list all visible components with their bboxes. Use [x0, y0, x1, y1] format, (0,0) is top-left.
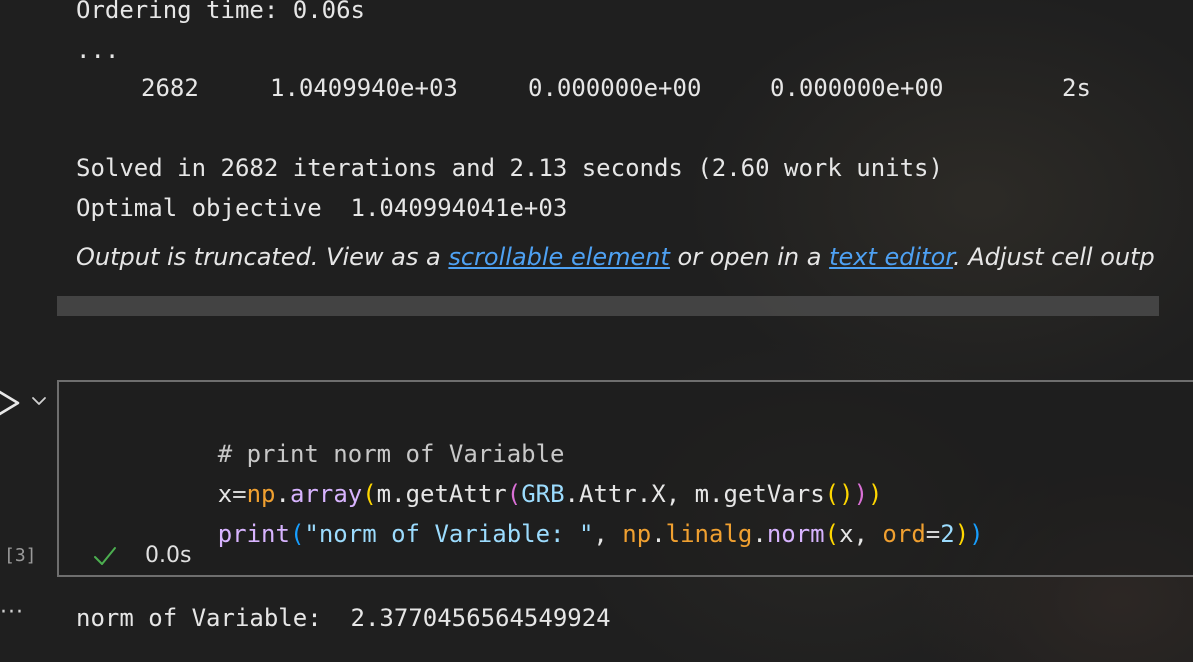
- token: (: [289, 520, 305, 548]
- cell-output-text: norm of Variable: 2.3770456564549924: [76, 604, 611, 632]
- token: ): [969, 520, 984, 548]
- execution-count: [3]: [4, 545, 37, 566]
- token: norm: [766, 520, 825, 548]
- token: "norm of Variable: ": [304, 520, 594, 548]
- output-horizontal-scrollbar[interactable]: [57, 296, 1159, 316]
- primal-objective: 1.0409940e+03: [270, 74, 458, 102]
- output-more-actions-icon[interactable]: ···: [0, 600, 24, 625]
- iteration-time: 2s: [1062, 74, 1091, 102]
- token: ,: [853, 520, 883, 548]
- token: ,: [593, 520, 623, 548]
- token: np: [622, 520, 652, 548]
- token: .: [752, 520, 767, 548]
- run-icon[interactable]: [0, 388, 22, 418]
- token: x: [839, 520, 854, 548]
- token: =: [925, 520, 941, 548]
- output-line-optimal: Optimal objective 1.040994041e+03: [76, 194, 568, 222]
- truncation-middle: or open in a: [669, 243, 830, 271]
- output-line-solved: Solved in 2682 iterations and 2.13 secon…: [76, 154, 943, 182]
- truncation-notice: Output is truncated. View as a scrollabl…: [76, 240, 1155, 274]
- token: ): [954, 520, 970, 548]
- check-icon: [94, 547, 116, 565]
- notebook-view: Ordering time: 0.06s ... 2682 1.0409940e…: [0, 0, 1193, 662]
- infeasibility-value: 0.000000e+00: [770, 74, 944, 102]
- scrollable-element-link[interactable]: scrollable element: [448, 243, 670, 271]
- execution-time: 0.0s: [145, 543, 192, 568]
- token: 2: [940, 520, 955, 548]
- truncation-prefix: Output is truncated. View as a: [76, 243, 449, 271]
- token: print: [217, 520, 290, 548]
- dual-value: 0.000000e+00: [528, 74, 702, 102]
- token: .: [651, 520, 666, 548]
- chevron-down-icon[interactable]: [30, 394, 48, 408]
- output-line-ellipsis: ...: [76, 36, 120, 64]
- token: ord: [882, 520, 926, 548]
- output-line-ordering: Ordering time: 0.06s: [76, 0, 365, 24]
- iteration-count: 2682: [141, 74, 199, 102]
- token: linalg: [665, 520, 753, 548]
- text-editor-link[interactable]: text editor: [829, 243, 953, 271]
- token: (: [824, 520, 840, 548]
- truncation-suffix: . Adjust cell outp: [952, 243, 1155, 271]
- code-line-3: print("norm of Variable: ", np.linalg.no…: [131, 492, 984, 576]
